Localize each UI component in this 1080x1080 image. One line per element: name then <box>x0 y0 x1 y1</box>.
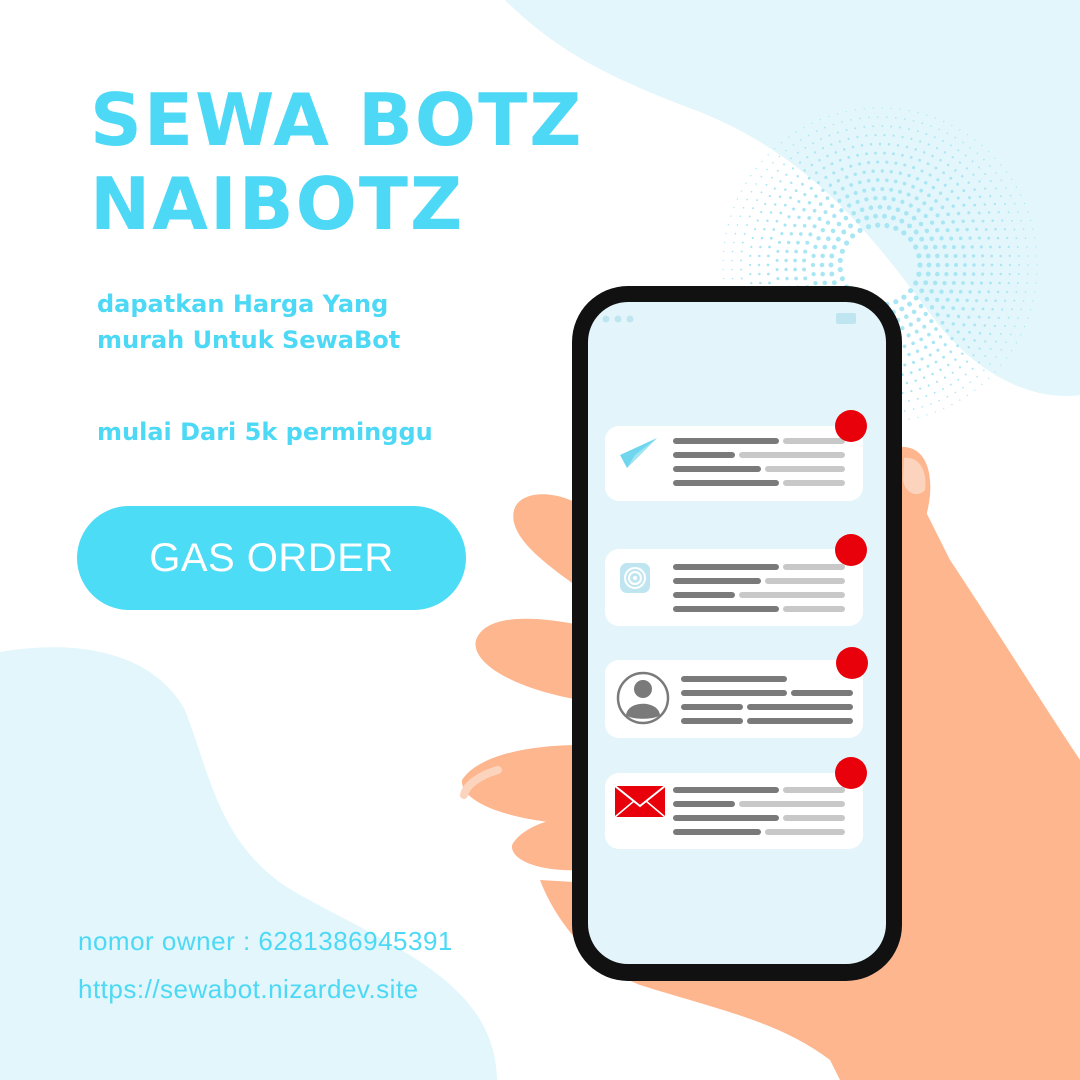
status-dot <box>602 315 610 323</box>
hand-finger-3 <box>461 745 580 825</box>
hand-finger-1 <box>513 494 580 585</box>
hand-finger-4 <box>511 815 580 871</box>
envelope-icon <box>614 785 666 818</box>
hand-phone-illustration <box>460 286 1080 1080</box>
notification-badge <box>835 757 867 789</box>
phone-screen <box>588 302 886 964</box>
status-dot <box>626 315 634 323</box>
status-dot <box>614 315 622 323</box>
hand-finger-2 <box>475 618 580 700</box>
notification-badge <box>835 410 867 442</box>
notification-card <box>605 647 868 738</box>
spiral-app-icon <box>620 563 650 593</box>
user-avatar-icon <box>616 671 670 725</box>
notification-badge <box>836 647 868 679</box>
notification-badge <box>835 534 867 566</box>
battery-icon <box>836 313 856 324</box>
